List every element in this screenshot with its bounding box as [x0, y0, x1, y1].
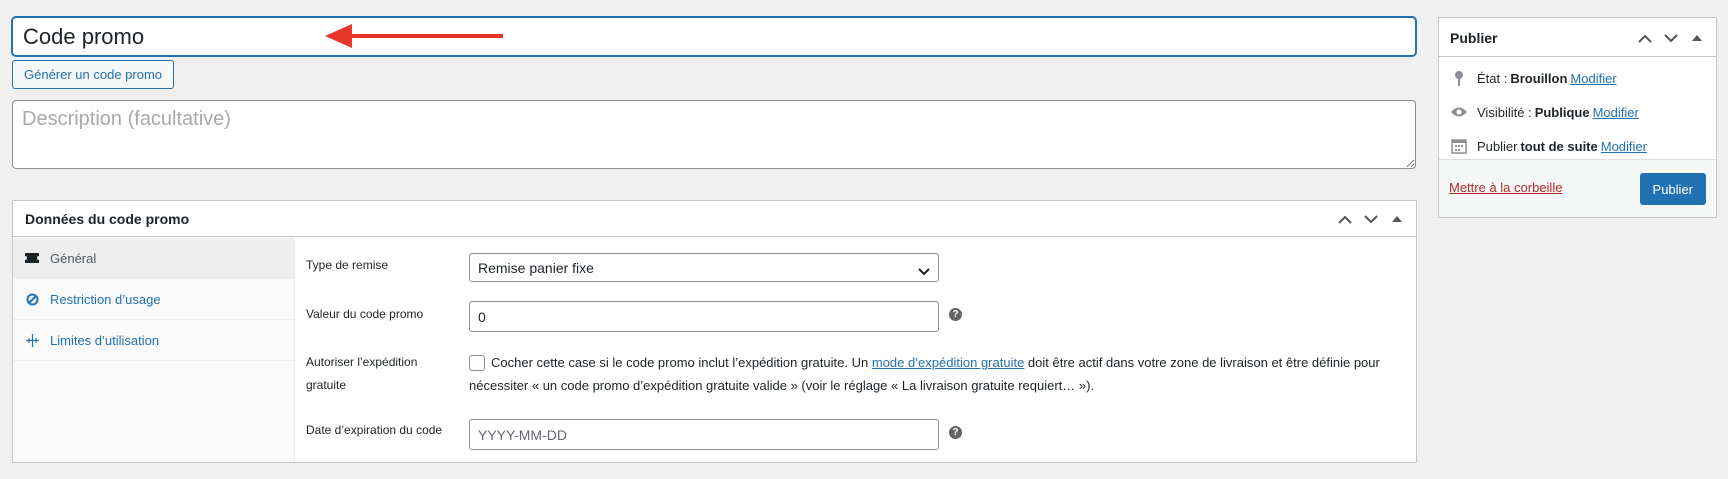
move-up-icon[interactable] [1332, 207, 1358, 231]
status-edit-link[interactable]: Modifier [1570, 71, 1616, 86]
publish-title: Publier [1450, 30, 1498, 46]
red-arrow-annotation [325, 24, 503, 48]
discount-type-value: Remise panier fixe [478, 259, 594, 276]
coupon-title-input[interactable] [12, 17, 1416, 56]
publish-status-row: État : Brouillon Modifier [1449, 68, 1617, 88]
move-down-icon[interactable] [1658, 26, 1684, 50]
collapse-toggle-icon[interactable] [1684, 26, 1710, 50]
move-to-trash-link[interactable]: Mettre à la corbeille [1449, 180, 1562, 195]
ticket-icon [23, 249, 41, 267]
free-shipping-desc-before: Cocher cette case si le code promo inclu… [491, 355, 872, 370]
free-shipping-description: Cocher cette case si le code promo inclu… [469, 351, 1414, 397]
status-value: Brouillon [1510, 70, 1568, 86]
free-shipping-label: Autoriser l’expédition gratuite [306, 355, 418, 392]
limit-icon [23, 331, 41, 349]
coupon-data-header-controls [1332, 207, 1410, 231]
move-up-icon[interactable] [1632, 26, 1658, 50]
publish-schedule-row: Publier tout de suite Modifier [1449, 136, 1647, 156]
visibility-value: Publique [1534, 104, 1590, 120]
tab-label: Limites d’utilisation [50, 332, 160, 348]
calendar-icon [1449, 136, 1469, 156]
publish-actions: Mettre à la corbeille Publier [1439, 159, 1716, 217]
description-wrapper [12, 100, 1416, 169]
coupon-data-header: Données du code promo [13, 201, 1416, 237]
tab-label: Restriction d’usage [50, 291, 161, 307]
schedule-edit-link[interactable]: Modifier [1601, 139, 1647, 154]
status-label: État : [1477, 70, 1508, 86]
visibility-edit-link[interactable]: Modifier [1593, 105, 1639, 120]
help-icon[interactable]: ? [949, 308, 962, 321]
move-down-icon[interactable] [1358, 207, 1384, 231]
tab-general[interactable]: Général [13, 238, 294, 279]
coupon-tabs: Général Restriction d’usage Limites d’ut… [13, 238, 295, 462]
publish-box: Publier État : Brouillon Modifier Visibili… [1438, 17, 1717, 218]
discount-type-select[interactable]: Remise panier fixe [469, 253, 939, 282]
tab-usage-restriction[interactable]: Restriction d’usage [13, 279, 294, 320]
tab-usage-limits[interactable]: Limites d’utilisation [13, 320, 294, 361]
expiry-date-input[interactable] [469, 419, 939, 450]
coupon-amount-label: Valeur du code promo [306, 307, 424, 321]
collapse-toggle-icon[interactable] [1384, 207, 1410, 231]
general-panel: Type de remise Remise panier fixe Valeur… [296, 238, 1416, 462]
coupon-amount-input[interactable] [469, 301, 939, 332]
schedule-label: Publier [1477, 138, 1518, 154]
publish-header-controls [1632, 26, 1710, 50]
generate-coupon-button[interactable]: Générer un code promo [12, 60, 175, 89]
publish-header: Publier [1439, 18, 1716, 57]
free-shipping-method-link[interactable]: mode d’expédition gratuite [872, 355, 1025, 370]
publish-visibility-row: Visibilité : Publique Modifier [1449, 102, 1639, 122]
coupon-data-box: Données du code promo Général Restrictio… [12, 200, 1417, 463]
publish-button[interactable]: Publier [1639, 173, 1706, 205]
schedule-value: tout de suite [1520, 138, 1598, 154]
coupon-data-title: Données du code promo [25, 211, 190, 227]
help-icon[interactable]: ? [949, 426, 962, 439]
eye-icon [1449, 102, 1469, 122]
expiry-date-label: Date d’expiration du code [306, 423, 443, 437]
description-textarea[interactable] [12, 100, 1416, 169]
pin-icon [1449, 68, 1469, 88]
tab-label: Général [50, 250, 97, 266]
visibility-label: Visibilité : [1477, 104, 1532, 120]
block-icon [23, 290, 41, 308]
chevron-down-icon [918, 263, 930, 279]
discount-type-label: Type de remise [306, 258, 389, 272]
